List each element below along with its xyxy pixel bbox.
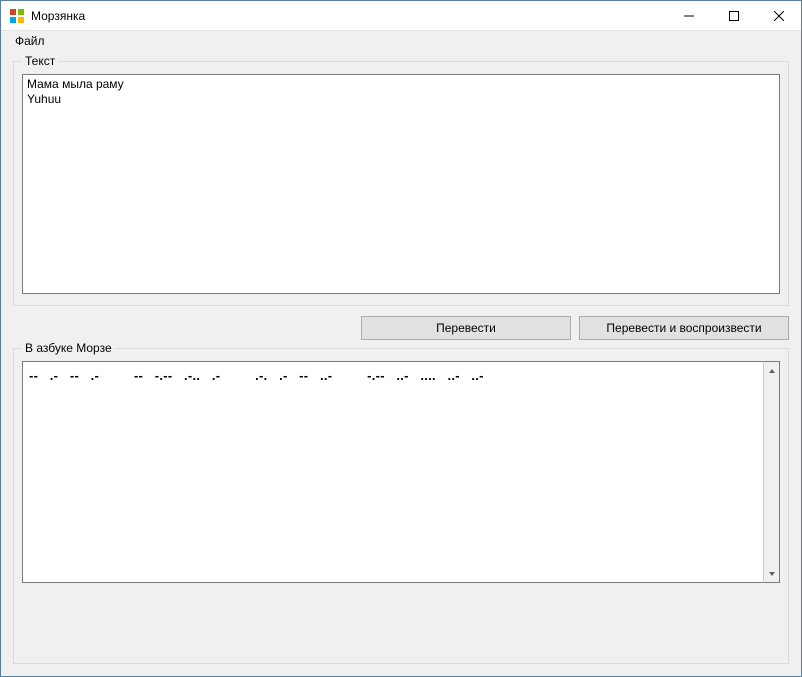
menubar: Файл xyxy=(1,31,801,51)
button-row: Перевести Перевести и воспроизвести xyxy=(13,312,789,342)
maximize-button[interactable] xyxy=(711,1,756,30)
window-title: Морзянка xyxy=(31,9,85,23)
group-morse-label: В азбуке Морзе xyxy=(22,341,115,355)
scroll-up-button[interactable] xyxy=(764,362,779,379)
scroll-down-button[interactable] xyxy=(764,565,779,582)
window-controls xyxy=(666,1,801,30)
menu-file[interactable]: Файл xyxy=(7,32,53,50)
translate-play-button[interactable]: Перевести и воспроизвести xyxy=(579,316,789,340)
text-input[interactable] xyxy=(22,74,780,294)
titlebar: Морзянка xyxy=(1,1,801,31)
morse-output[interactable]: -- .- -- .- -- -.-- .-.. .- .-. .- -- ..… xyxy=(22,361,763,583)
minimize-button[interactable] xyxy=(666,1,711,30)
group-text: Текст xyxy=(13,61,789,306)
scroll-track[interactable] xyxy=(764,379,779,565)
vertical-scrollbar[interactable] xyxy=(763,361,780,583)
close-button[interactable] xyxy=(756,1,801,30)
group-text-label: Текст xyxy=(22,54,58,68)
app-window: Морзянка Файл Текст Перевести Перевести … xyxy=(0,0,802,677)
app-icon xyxy=(9,8,25,24)
client-area: Текст Перевести Перевести и воспроизвест… xyxy=(1,51,801,676)
group-morse: В азбуке Морзе -- .- -- .- -- -.-- .-.. … xyxy=(13,348,789,664)
morse-output-wrap: -- .- -- .- -- -.-- .-.. .- .-. .- -- ..… xyxy=(22,361,780,583)
translate-button[interactable]: Перевести xyxy=(361,316,571,340)
titlebar-left: Морзянка xyxy=(9,8,85,24)
